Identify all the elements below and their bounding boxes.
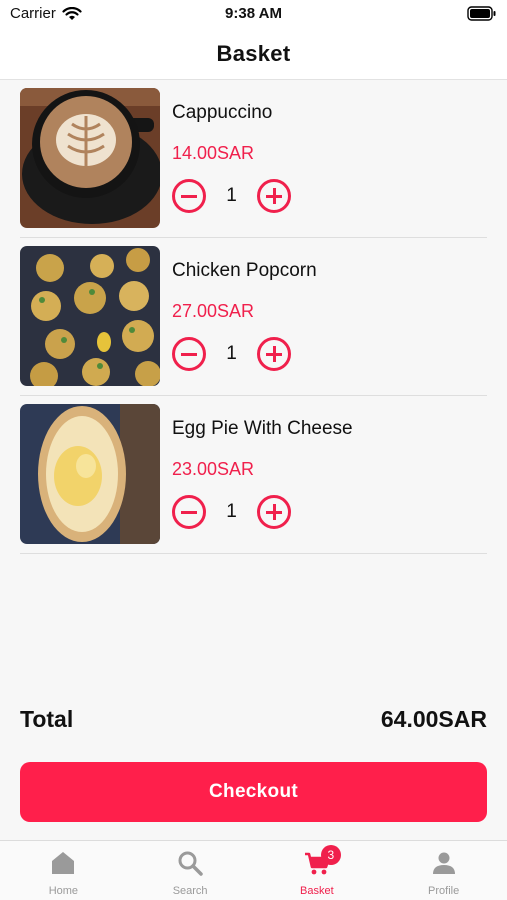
tab-label: Profile — [428, 885, 460, 897]
egg-pie-photo — [20, 404, 160, 544]
page-title: Basket — [216, 40, 291, 66]
status-bar: Carrier 9:38 AM — [0, 0, 507, 28]
battery-icon — [467, 6, 496, 21]
checkout-button[interactable]: Checkout — [20, 762, 487, 822]
cart-count-badge: 3 — [320, 845, 341, 865]
tab-home[interactable]: Home — [0, 841, 127, 900]
total-row: Total 64.00SAR — [20, 702, 487, 736]
item-price: 27.00SAR — [172, 301, 255, 321]
total-value: 64.00SAR — [380, 705, 487, 732]
decrease-quantity-button[interactable] — [172, 495, 206, 529]
decrease-quantity-button[interactable] — [172, 179, 206, 213]
status-time: 9:38 AM — [225, 5, 282, 22]
increase-quantity-button[interactable] — [257, 337, 291, 371]
chicken-popcorn-photo — [20, 246, 160, 386]
increase-quantity-button[interactable] — [257, 179, 291, 213]
item-price: 14.00SAR — [172, 143, 255, 163]
decrease-quantity-button[interactable] — [172, 337, 206, 371]
tab-label: Search — [172, 885, 208, 897]
basket-item: Cappuccino 14.00SAR 1 — [20, 80, 487, 238]
item-quantity: 1 — [226, 343, 237, 364]
person-icon — [432, 852, 455, 874]
basket-item: Chicken Popcorn 27.00SAR 1 — [20, 238, 487, 396]
tab-label: Basket — [300, 885, 334, 897]
cappuccino-photo — [20, 88, 160, 228]
increase-quantity-button[interactable] — [257, 495, 291, 529]
item-quantity: 1 — [226, 185, 237, 206]
item-quantity: 1 — [226, 501, 237, 522]
quantity-stepper: 1 — [172, 178, 291, 214]
item-name: Chicken Popcorn — [172, 260, 317, 281]
item-price: 23.00SAR — [172, 459, 255, 479]
tab-basket[interactable]: 3 Basket — [254, 841, 381, 900]
home-icon — [52, 852, 75, 874]
basket-list: Cappuccino 14.00SAR 1 Chicken Popcorn 27… — [20, 80, 487, 554]
tab-bar: Home Search 3 Basket Profile — [0, 840, 507, 900]
item-name: Egg Pie With Cheese — [172, 418, 353, 439]
basket-item: Egg Pie With Cheese 23.00SAR 1 — [20, 396, 487, 554]
navigation-bar: Basket — [0, 28, 507, 80]
quantity-stepper: 1 — [172, 494, 291, 530]
item-name: Cappuccino — [172, 102, 273, 123]
tab-profile[interactable]: Profile — [380, 841, 507, 900]
quantity-stepper: 1 — [172, 336, 291, 372]
search-icon — [178, 851, 203, 876]
total-label: Total — [20, 705, 74, 732]
tab-search[interactable]: Search — [127, 841, 254, 900]
tab-label: Home — [48, 885, 79, 897]
